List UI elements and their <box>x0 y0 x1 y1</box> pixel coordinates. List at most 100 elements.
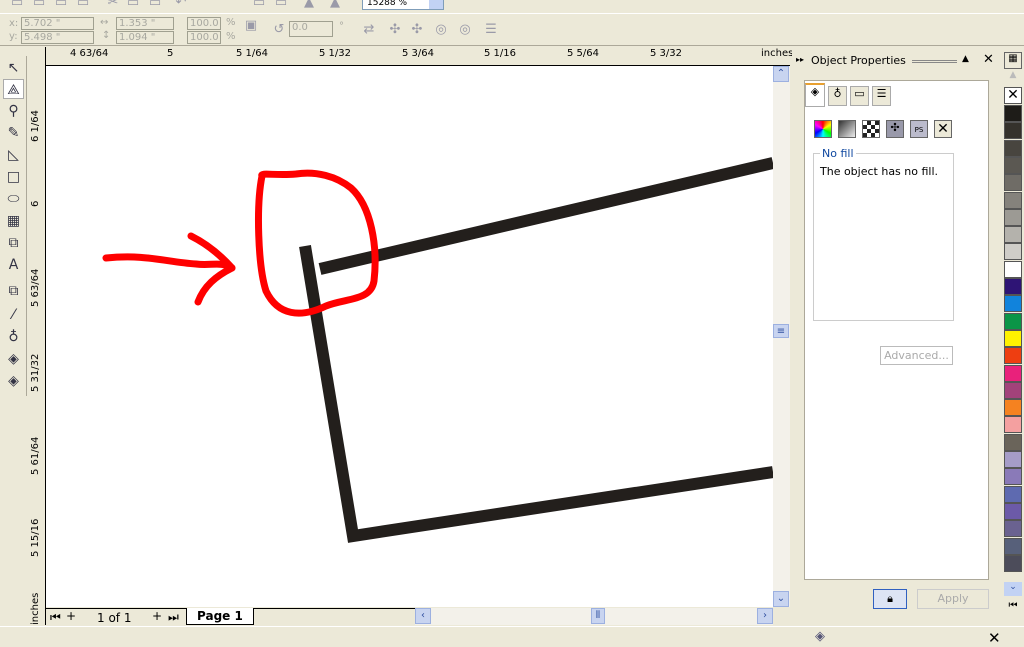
paste-icon[interactable]: ▭ <box>146 0 164 12</box>
color-swatch[interactable] <box>1004 174 1022 192</box>
interactive-blend-icon[interactable]: ⧉ <box>3 281 24 301</box>
general-tab[interactable]: ▭ <box>850 86 869 106</box>
rectangle-outline[interactable] <box>299 157 775 543</box>
color-swatch[interactable] <box>1004 105 1022 122</box>
color-swatch[interactable] <box>1004 312 1022 330</box>
dropdown-arrow-icon[interactable] <box>429 0 443 9</box>
break-apart-icon[interactable]: ✣ <box>408 21 426 39</box>
vertical-scrollbar[interactable]: ⌃ ≡ ⌄ <box>773 66 790 607</box>
color-swatch[interactable] <box>1004 260 1022 278</box>
drawing-canvas[interactable] <box>46 66 775 607</box>
color-swatch[interactable] <box>1004 468 1022 486</box>
scroll-down-button[interactable]: ⌄ <box>773 591 789 607</box>
expand-icon[interactable]: ▸▸ <box>796 55 804 64</box>
add-page-before-icon[interactable]: + <box>66 609 76 623</box>
texture-fill-icon[interactable]: ✣ <box>886 120 904 138</box>
color-swatch[interactable] <box>1004 226 1022 244</box>
color-swatch[interactable] <box>1004 243 1022 261</box>
grip[interactable] <box>912 60 957 63</box>
rotation-angle-field[interactable]: 0.0 <box>289 21 333 37</box>
export-icon[interactable]: ▭ <box>272 0 290 12</box>
outline-tab[interactable]: ♁ <box>828 86 847 106</box>
color-swatch[interactable] <box>1004 451 1022 468</box>
pattern-fill-icon[interactable] <box>862 120 880 138</box>
palette-options-icon[interactable]: ▦ <box>1004 52 1022 69</box>
lock-button[interactable]: 🔒︎ <box>873 589 907 609</box>
open-icon[interactable]: ▭ <box>30 0 48 12</box>
palette-expand-icon[interactable]: ⏮ <box>1004 600 1022 614</box>
lock-ratio-icon[interactable]: ▣ <box>242 17 260 35</box>
zoom-level-combobox[interactable]: 15288 % <box>362 0 444 10</box>
color-swatch[interactable] <box>1004 278 1022 295</box>
text-wrap-icon[interactable]: ☰ <box>482 21 500 39</box>
scroll-thumb[interactable]: ≡ <box>773 324 789 338</box>
ellipse-tool-icon[interactable]: ⬭ <box>3 189 24 209</box>
zoom-tool-icon[interactable]: ⚲ <box>3 101 24 121</box>
eyedropper-icon[interactable]: ⁄ <box>3 305 24 325</box>
color-swatch[interactable] <box>1004 208 1022 226</box>
color-swatch[interactable] <box>1004 295 1022 313</box>
color-swatch[interactable] <box>1004 381 1022 399</box>
vertical-ruler[interactable]: 6 1/64 6 5 63/64 5 31/32 5 61/64 5 15/16… <box>28 47 46 625</box>
scale-x-field[interactable]: 100.0 <box>187 17 221 30</box>
add-page-after-icon[interactable]: + <box>152 609 162 623</box>
width-field[interactable]: 1.353 " <box>116 17 174 30</box>
color-swatch[interactable] <box>1004 554 1022 572</box>
corel-online-icon[interactable]: ▲ <box>326 0 344 12</box>
outline-tool-icon[interactable]: ♁ <box>3 327 24 347</box>
color-swatch[interactable] <box>1004 433 1022 451</box>
color-swatch[interactable] <box>1004 520 1022 538</box>
graph-paper-tool-icon[interactable]: ▦ <box>3 211 24 231</box>
no-fill-icon[interactable]: ✕ <box>934 120 952 138</box>
horizontal-scrollbar[interactable]: ‹ ⦀ › <box>415 608 773 625</box>
color-swatch[interactable] <box>1004 416 1022 434</box>
color-swatch[interactable] <box>1004 191 1022 209</box>
scroll-left-button[interactable]: ‹ <box>415 608 431 624</box>
color-swatch[interactable] <box>1004 139 1022 157</box>
print-icon[interactable]: ▭ <box>74 0 92 12</box>
cut-icon[interactable]: ✂ <box>104 0 122 12</box>
color-swatch[interactable] <box>1004 399 1022 417</box>
uniform-fill-icon[interactable] <box>814 120 832 138</box>
undo-icon[interactable]: ↶ <box>172 0 190 12</box>
import-icon[interactable]: ▭ <box>250 0 268 12</box>
last-page-icon[interactable]: ⏭ <box>168 610 179 625</box>
pick-tool-icon[interactable]: ↖ <box>3 58 24 78</box>
fountain-fill-icon[interactable] <box>838 120 856 138</box>
rectangle-tool-icon[interactable]: □ <box>3 167 24 187</box>
page-tab[interactable]: Page 1 <box>186 608 254 625</box>
advanced-button[interactable]: Advanced... <box>880 346 953 365</box>
first-page-icon[interactable]: ⏮ <box>50 610 61 625</box>
color-swatch[interactable] <box>1004 347 1022 365</box>
copy-icon[interactable]: ▭ <box>124 0 142 12</box>
color-swatch[interactable] <box>1004 502 1022 520</box>
x-position-field[interactable]: 5.702 " <box>21 17 94 30</box>
color-swatch[interactable] <box>1004 329 1022 347</box>
convert-curves-icon[interactable]: ◎ <box>432 21 450 39</box>
wrap-icon[interactable]: ◎ <box>456 21 474 39</box>
text-tool-icon[interactable]: A <box>3 255 24 275</box>
no-color-swatch[interactable]: ✕ <box>1004 87 1022 104</box>
new-document-icon[interactable]: ▭ <box>8 0 26 12</box>
y-position-field[interactable]: 5.498 " <box>21 31 94 44</box>
height-field[interactable]: 1.094 " <box>116 31 174 44</box>
basic-shapes-icon[interactable]: ⧉ <box>3 233 24 253</box>
palette-scroll-up-icon[interactable]: ▲ <box>1004 70 1022 84</box>
postscript-fill-icon[interactable]: PS <box>910 120 928 138</box>
scroll-up-button[interactable]: ⌃ <box>773 66 789 82</box>
scroll-right-button[interactable]: › <box>757 608 773 624</box>
collapse-icon[interactable]: ▲ <box>962 54 969 64</box>
horizontal-ruler[interactable]: 4 63/64 5 5 1/64 5 1/32 5 3/64 5 1/16 5 … <box>46 47 793 66</box>
color-swatch[interactable] <box>1004 537 1022 555</box>
paragraph-tab[interactable]: ☰ <box>872 86 891 106</box>
fill-tab[interactable]: ◈ <box>805 83 825 107</box>
save-icon[interactable]: ▭ <box>52 0 70 12</box>
freehand-tool-icon[interactable]: ✎ <box>3 123 24 143</box>
fill-tool-icon[interactable]: ◈ <box>3 349 24 369</box>
scale-y-field[interactable]: 100.0 <box>187 31 221 44</box>
close-icon[interactable]: ✕ <box>983 52 994 67</box>
color-swatch[interactable] <box>1004 364 1022 382</box>
mirror-icon[interactable]: ⇄ <box>360 21 378 39</box>
combine-icon[interactable]: ✣ <box>386 21 404 39</box>
shape-tool-icon[interactable]: ⟁ <box>3 79 24 99</box>
